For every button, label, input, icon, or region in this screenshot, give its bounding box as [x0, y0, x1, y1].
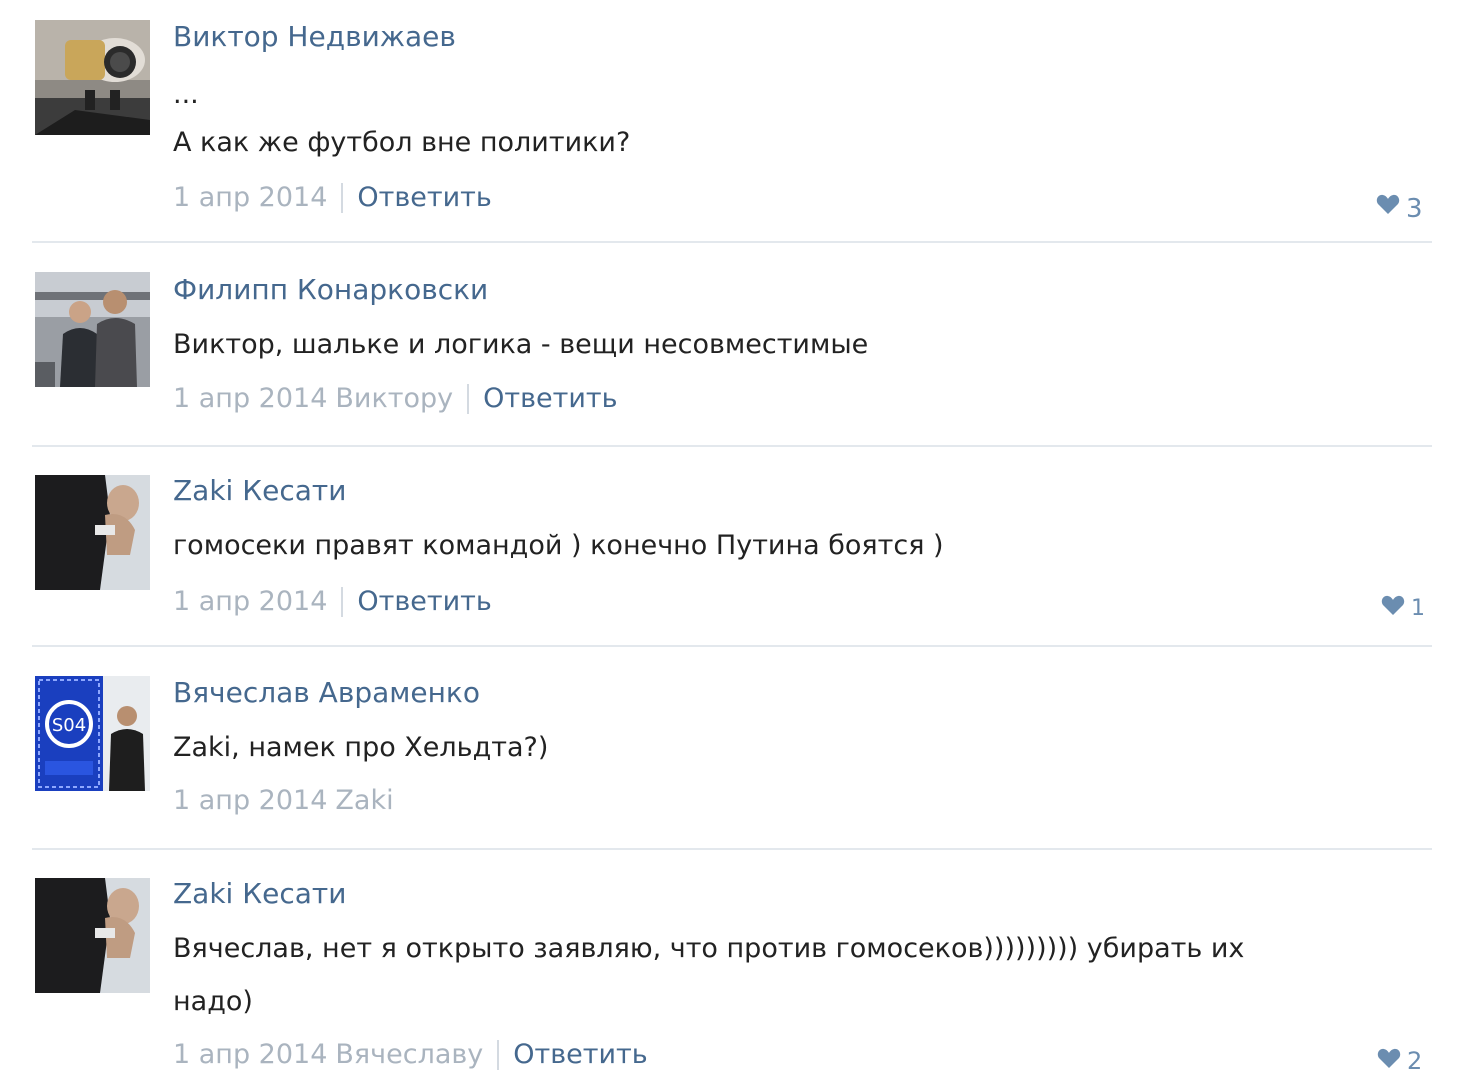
avatar[interactable] — [35, 878, 150, 993]
comment-date[interactable]: 1 апр 2014 — [173, 1039, 327, 1070]
comment-text-line-2: надо) — [173, 986, 253, 1017]
like-count: 2 — [1407, 1047, 1423, 1075]
avatar-photo-man-phone-icon — [35, 878, 150, 993]
meta-separator — [497, 1039, 500, 1070]
comment-meta: 1 апр 2014 Вячеславу Ответить — [173, 1039, 648, 1070]
heart-icon — [1377, 1048, 1401, 1068]
like-button[interactable]: 2 — [1377, 1041, 1422, 1075]
comment-author[interactable]: Zaki Кесати — [173, 877, 346, 910]
comment-item: Zaki Кесати Вячеслав, нет я открыто заяв… — [0, 0, 1460, 1087]
reply-button[interactable]: Ответить — [513, 1039, 647, 1070]
reply-to-name[interactable]: Вячеславу — [335, 1039, 483, 1070]
comment-text-line-1: Вячеслав, нет я открыто заявляю, что про… — [173, 933, 1245, 964]
